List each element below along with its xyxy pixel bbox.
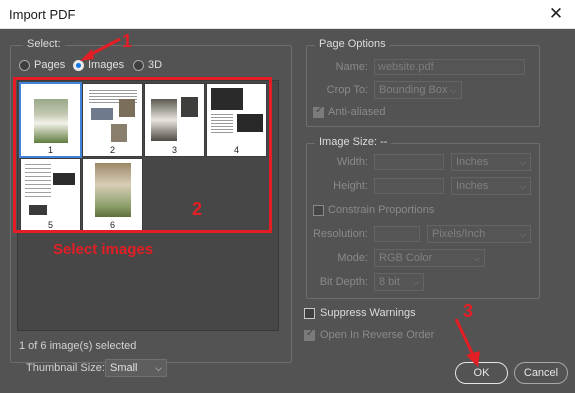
thumbnail-4-image-b [237,114,263,132]
crop-to-select[interactable]: Bounding Box ⌵ [374,81,462,99]
image-size-title: Image Size: -- [315,136,392,148]
crop-to-value: Bounding Box [379,84,448,96]
chevron-down-icon: ⌵ [473,253,480,263]
thumbnail-3-image-b [181,97,198,117]
thumbnail-grid: 1 2 3 4 5 6 [17,80,279,331]
width-unit-value: Inches [456,156,489,168]
thumbnail-2-image-b [91,108,113,120]
chevron-down-icon: ⌵ [450,85,457,95]
constrain-proportions-label: Constrain Proportions [328,204,435,216]
mode-label: Mode: [337,252,368,264]
width-field[interactable] [374,154,444,170]
suppress-warnings-checkbox[interactable] [304,308,315,319]
thumbnail-3-number: 3 [171,145,177,155]
bit-depth-value: 8 bit [379,276,400,288]
name-field[interactable]: website.pdf [374,59,525,75]
thumbnail-5[interactable]: 5 [20,158,81,232]
thumbnail-5-number: 5 [47,220,53,230]
thumbnail-2-number: 2 [109,145,115,155]
suppress-warnings-label: Suppress Warnings [320,307,416,319]
thumbnail-6[interactable]: 6 [82,158,143,232]
name-label: Name: [335,61,368,73]
width-unit-select[interactable]: Inches ⌵ [451,153,531,171]
annotation-select-images: Select images [53,241,154,258]
height-field[interactable] [374,178,444,194]
annotation-arrow-1 [80,37,121,61]
resolution-unit-value: Pixels/Inch [432,228,486,240]
anti-aliased-label: Anti-aliased [328,106,386,118]
thumbnail-2[interactable]: 2 [82,83,143,157]
thumbnail-3[interactable]: 3 [144,83,205,157]
height-label: Height: [333,180,368,192]
width-label: Width: [336,156,368,168]
thumbnail-6-image [95,163,131,217]
thumbnail-4-text-lines [211,114,233,134]
chevron-down-icon: ⌵ [519,157,526,167]
chevron-down-icon: ⌵ [412,277,419,287]
close-icon[interactable]: ✕ [545,3,567,25]
thumbnail-5-image-b [29,205,47,215]
radio-pages[interactable]: Pages [19,59,65,71]
thumbnail-size-label: Thumbnail Size: [26,362,105,374]
chevron-down-icon: ⌵ [519,229,526,239]
anti-aliased-checkbox[interactable] [313,105,324,118]
resolution-label: Resolution: [312,228,368,240]
thumbnail-4-screenshot [211,88,243,110]
thumbnail-5-text-lines [25,164,51,200]
thumbnail-size-select[interactable]: Small ⌵ [105,359,167,377]
radio-pages-label: Pages [34,59,66,71]
bit-depth-label: Bit Depth: [319,276,368,288]
bit-depth-select[interactable]: 8 bit ⌵ [374,273,424,291]
thumbnail-1[interactable]: 1 [19,82,82,158]
height-unit-select[interactable]: Inches ⌵ [451,177,531,195]
resolution-unit-select[interactable]: Pixels/Inch ⌵ [427,225,531,243]
thumbnail-5-image [53,173,75,185]
thumbnail-size-value: Small [110,362,138,374]
mode-value: RGB Color [379,252,433,264]
crop-to-label: Crop To: [326,84,368,96]
title-bar: Import PDF ✕ [0,0,575,29]
select-group-title: Select: [23,38,65,50]
page-options-title: Page Options [315,38,390,50]
thumbnail-1-image [34,99,68,143]
selection-status: 1 of 6 image(s) selected [19,340,137,352]
thumbnail-4[interactable]: 4 [206,83,267,157]
chevron-down-icon: ⌵ [155,363,162,373]
reverse-order-label: Open In Reverse Order [320,329,435,341]
constrain-proportions-checkbox[interactable] [313,205,324,216]
thumbnail-6-number: 6 [109,220,115,230]
radio-3d-label: 3D [148,59,163,71]
radio-pages-button[interactable] [19,59,30,71]
chevron-down-icon: ⌵ [519,181,526,191]
thumbnail-1-number: 1 [47,145,53,155]
annotation-arrow-3 [454,318,480,367]
mode-select[interactable]: RGB Color ⌵ [374,249,485,267]
import-pdf-dialog: Select: Pages Images 3D 1 2 3 4 5 6 1 2 … [0,29,575,393]
window-title: Import PDF [9,7,76,22]
resolution-field[interactable] [374,226,420,242]
thumbnail-4-number: 4 [233,145,239,155]
annotation-step-1: 1 [122,31,133,51]
cancel-button-label: Cancel [523,367,559,379]
thumbnail-3-image-a [151,99,177,141]
annotation-step-2: 2 [192,199,203,219]
name-field-value: website.pdf [378,61,434,73]
cancel-button[interactable]: Cancel [514,362,568,384]
thumbnail-2-image-a [119,99,135,117]
thumbnail-2-image-c [111,124,127,142]
reverse-order-checkbox[interactable] [304,328,315,341]
height-unit-value: Inches [456,180,489,192]
